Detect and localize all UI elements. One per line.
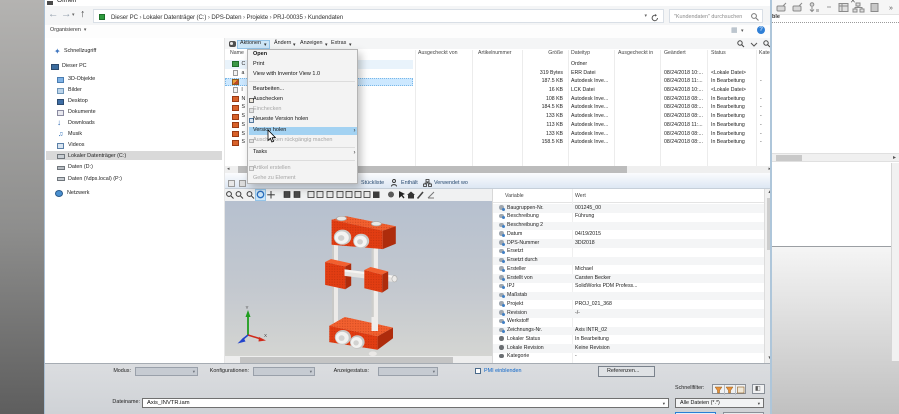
svg-text:X: X	[264, 333, 267, 338]
svg-text:Y: Y	[246, 305, 249, 310]
svg-text:»: »	[889, 5, 893, 12]
